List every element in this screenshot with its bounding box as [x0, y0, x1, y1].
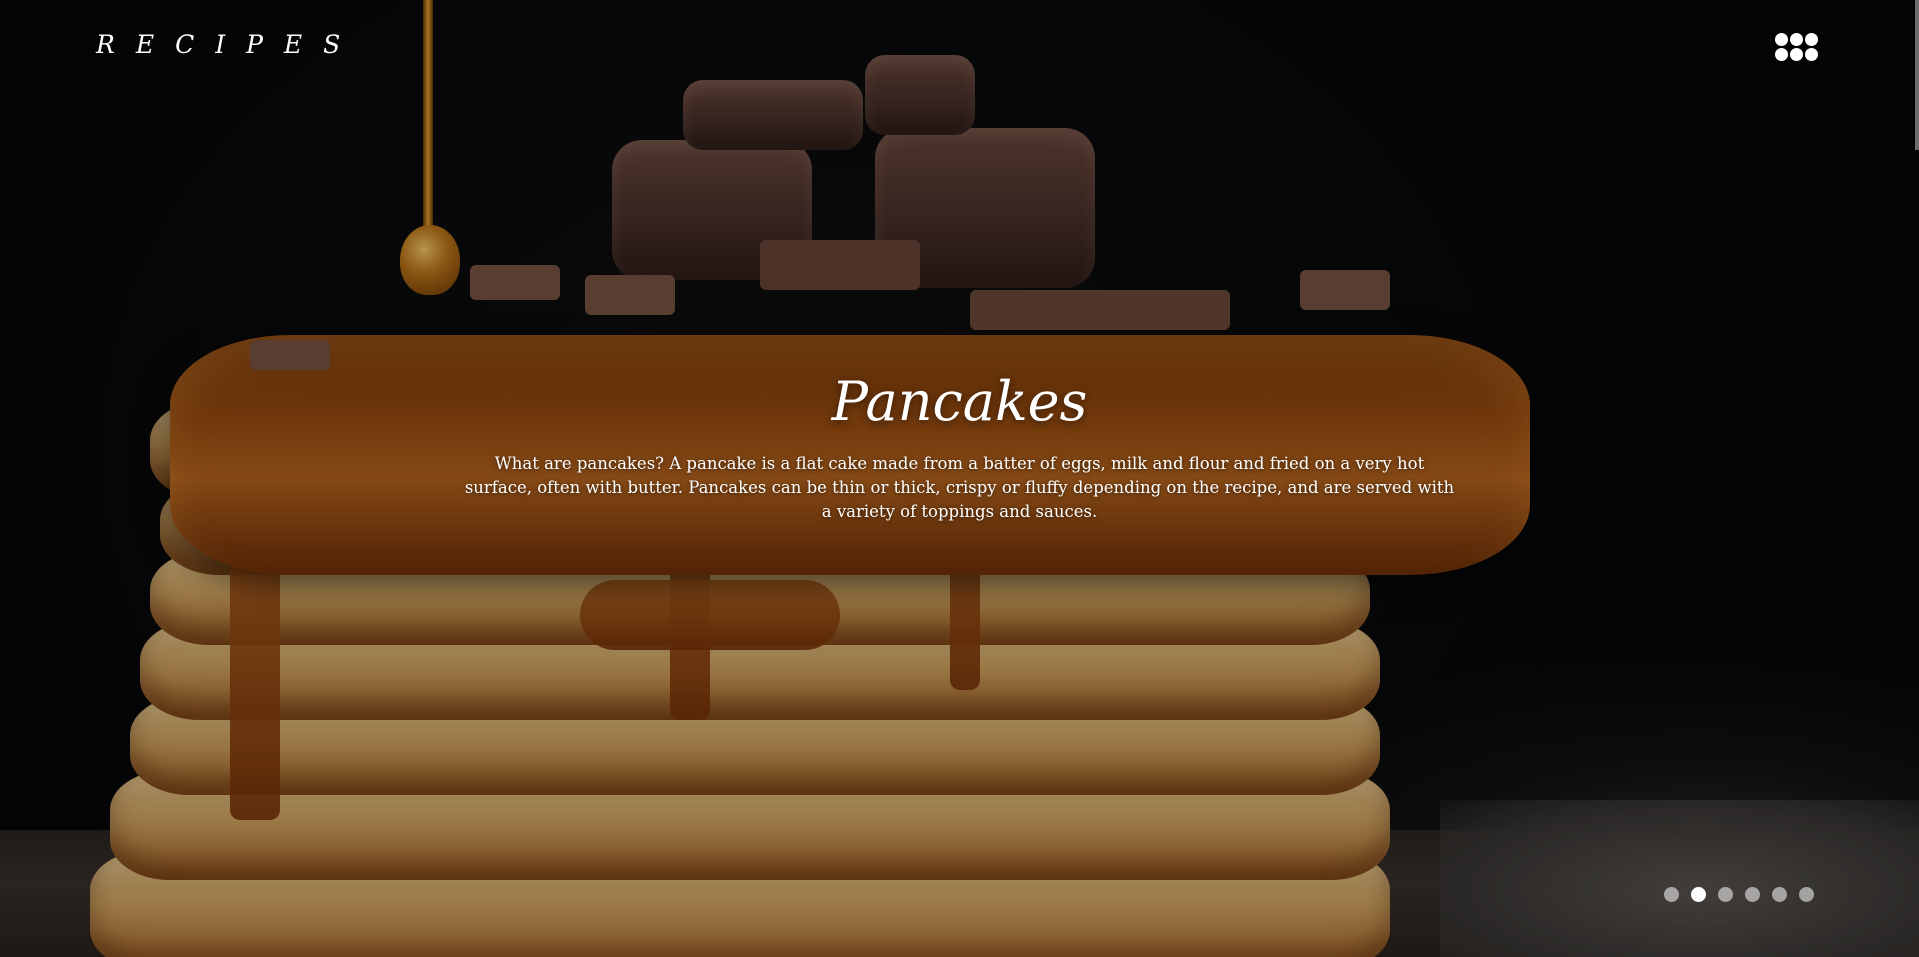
pagination-dot-4[interactable]	[1745, 887, 1760, 902]
scrollbar[interactable]	[1915, 0, 1919, 150]
pagination-dot-5[interactable]	[1772, 887, 1787, 902]
slide-description: What are pancakes? A pancake is a flat c…	[464, 454, 1455, 521]
pagination-dot-3[interactable]	[1718, 887, 1733, 902]
pagination-dot-1[interactable]	[1664, 887, 1679, 902]
pagination-dot-6[interactable]	[1799, 887, 1814, 902]
site-logo[interactable]: RECIPES	[96, 30, 361, 59]
menu-button[interactable]	[1775, 33, 1821, 65]
slide-title: Pancakes	[831, 370, 1088, 433]
slider-pagination	[1664, 887, 1814, 903]
pagination-dot-2[interactable]	[1691, 887, 1706, 902]
